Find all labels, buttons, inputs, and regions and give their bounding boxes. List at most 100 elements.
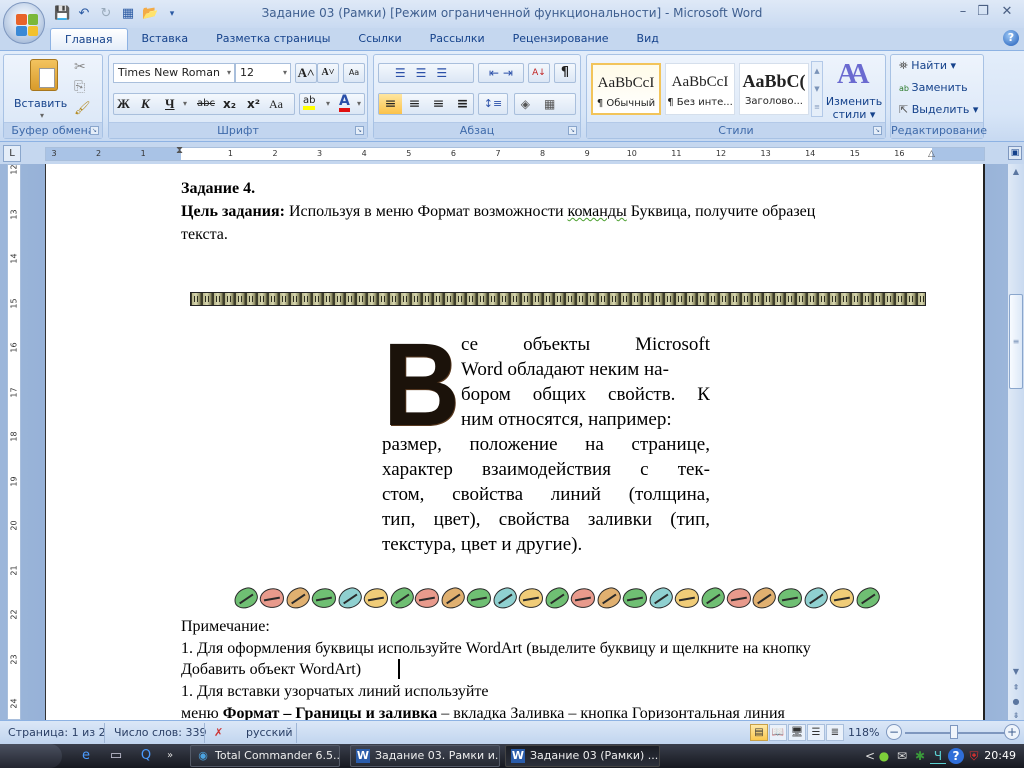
close-button[interactable]: ✕ (994, 2, 1020, 22)
dialog-launcher-icon[interactable]: ↘ (873, 126, 882, 135)
change-styles-button[interactable]: Изменить стили ▾ (825, 95, 883, 121)
copy-icon[interactable]: ⎘ (74, 79, 85, 95)
layout-icon[interactable]: ▦ (120, 6, 136, 22)
mail-icon[interactable]: ✉ (894, 748, 910, 764)
keyboard-layout-indicator[interactable]: Ч (930, 748, 946, 764)
align-right-button[interactable]: ≡ (427, 94, 450, 114)
help-tray-icon[interactable]: ? (948, 748, 964, 764)
full-screen-reading-view-icon[interactable]: 📖 (769, 724, 787, 741)
sort-button[interactable]: A↓ (528, 63, 550, 83)
highlight-button[interactable]: ab (303, 95, 316, 110)
word-count[interactable]: Число слов: 339 (114, 725, 207, 741)
subscript-button[interactable]: x₂ (223, 97, 236, 111)
security-shield-icon[interactable]: ⛨ (966, 748, 982, 764)
internet-explorer-icon[interactable]: e (78, 748, 94, 764)
numbering-button[interactable]: ☰ (416, 66, 437, 80)
antivirus-icon[interactable]: ✱ (912, 748, 928, 764)
task-total-commander[interactable]: ◉ Total Commander 6.5... (190, 745, 340, 767)
leaf-horizontal-line[interactable] (231, 584, 883, 612)
tab-mailings[interactable]: Рассылки (416, 28, 499, 50)
more-quick-launch-icon[interactable]: » (162, 748, 178, 764)
tab-view[interactable]: Вид (623, 28, 673, 50)
tab-references[interactable]: Ссылки (344, 28, 415, 50)
proofing-icon[interactable]: ✗ (214, 725, 223, 741)
font-name-combo[interactable]: Times New Roman ▾ (113, 63, 235, 83)
horizontal-ruler[interactable]: 3 2 1 1 2 3 4 5 6 7 8 9 10 11 12 13 14 15 16 ⧗ △ (45, 145, 985, 161)
shading-button[interactable]: ◈ (521, 97, 544, 111)
restore-button[interactable]: ❐ (970, 2, 996, 22)
show-marks-button[interactable]: ¶ (554, 63, 576, 83)
align-left-button[interactable]: ≡ (379, 94, 402, 114)
language[interactable]: русский (246, 725, 293, 741)
tab-page-layout[interactable]: Разметка страницы (202, 28, 344, 50)
scroll-up-icon[interactable]: ▲ (1008, 164, 1024, 180)
cut-icon[interactable]: ✂ (74, 59, 86, 75)
customize-qat-icon[interactable]: ▾ (164, 6, 180, 22)
find-button[interactable]: ⛯ Найти ▾ (899, 59, 956, 73)
greek-key-horizontal-line[interactable] (190, 292, 926, 306)
undo-icon[interactable]: ↶ (76, 6, 92, 22)
grow-font-button[interactable]: A˄ (295, 63, 317, 83)
office-button[interactable] (3, 2, 45, 44)
zoom-out-icon[interactable]: − (886, 724, 902, 740)
highlight-dropdown-icon[interactable]: ▾ (326, 99, 330, 108)
view-ruler-icon[interactable]: ▣ (1008, 146, 1022, 160)
strikethrough-button[interactable]: abc (197, 98, 215, 109)
center-button[interactable]: ≡ (403, 94, 426, 114)
help-icon[interactable]: ? (1003, 30, 1019, 46)
dialog-launcher-icon[interactable]: ↘ (90, 126, 99, 135)
scroll-down-icon[interactable]: ▼ (1008, 664, 1024, 680)
draft-view-icon[interactable]: ≣ (826, 724, 844, 741)
italic-button[interactable]: К (141, 96, 150, 112)
zoom-level[interactable]: 118% (848, 725, 879, 741)
increase-indent-button[interactable]: ⇥ (503, 66, 513, 80)
messenger-icon[interactable]: ● (876, 748, 892, 764)
print-layout-view-icon[interactable]: ▤ (750, 724, 768, 741)
outline-view-icon[interactable]: ☰ (807, 724, 825, 741)
styles-gallery-scroll[interactable]: ▲ ▼ ≡ (811, 61, 823, 117)
format-painter-icon[interactable]: 🖌 (74, 101, 91, 116)
open-folder-icon[interactable]: 📂 (142, 6, 158, 22)
justify-button[interactable]: ≡ (451, 94, 474, 114)
tab-review[interactable]: Рецензирование (499, 28, 623, 50)
right-indent-marker-icon[interactable]: △ (928, 149, 935, 159)
vertical-scrollbar[interactable]: ▲ ≡ ▼ ⇞ ● ⇟ (1008, 164, 1024, 720)
select-button[interactable]: ⇱ Выделить ▾ (899, 103, 978, 116)
zoom-slider-thumb[interactable] (950, 725, 958, 739)
replace-button[interactable]: ab Заменить (899, 81, 968, 94)
zoom-in-icon[interactable]: + (1004, 724, 1020, 740)
font-color-button[interactable]: A (339, 94, 350, 112)
bold-button[interactable]: Ж (117, 96, 130, 112)
shrink-font-button[interactable]: A˅ (317, 63, 339, 83)
clock[interactable]: 20:49 (984, 748, 1016, 764)
show-desktop-icon[interactable]: ▭ (108, 748, 124, 764)
task-word-doc-1[interactable]: W Задание 03. Рамки и... (350, 745, 500, 767)
font-size-combo[interactable]: 12 ▾ (235, 63, 291, 83)
line-spacing-button[interactable]: ↕≡ (478, 93, 508, 115)
style-normal[interactable]: AaBbCcI ¶ Обычный (591, 63, 661, 115)
page-count[interactable]: Страница: 1 из 2 (8, 725, 106, 741)
drop-cap-letter[interactable]: В (383, 326, 460, 444)
redo-icon[interactable]: ↻ (98, 6, 114, 22)
scrollbar-thumb[interactable]: ≡ (1009, 294, 1023, 389)
bullets-button[interactable]: ☰ (395, 66, 416, 80)
underline-button[interactable]: Ч (165, 96, 175, 112)
paste-icon[interactable] (30, 59, 58, 91)
clear-formatting-button[interactable]: Aa (343, 63, 365, 83)
borders-button[interactable]: ▦ (544, 97, 569, 111)
dialog-launcher-icon[interactable]: ↘ (355, 126, 364, 135)
tab-home[interactable]: Главная (50, 28, 128, 50)
tab-insert[interactable]: Вставка (128, 28, 203, 50)
save-icon[interactable]: 💾 (54, 6, 70, 22)
dialog-launcher-icon[interactable]: ↘ (568, 126, 577, 135)
indent-marker-icon[interactable]: ⧗ (176, 145, 183, 156)
underline-dropdown-icon[interactable]: ▾ (183, 99, 187, 108)
start-button[interactable] (0, 744, 62, 768)
vertical-ruler[interactable]: 12 13 14 15 16 17 18 19 20 21 22 23 24 (7, 164, 21, 720)
tab-selector-button[interactable]: L (3, 145, 21, 162)
multilevel-list-button[interactable]: ☰ (436, 66, 457, 80)
style-no-spacing[interactable]: AaBbCcI ¶ Без инте... (665, 63, 735, 115)
font-color-dropdown-icon[interactable]: ▾ (357, 99, 361, 108)
document-page[interactable]: Задание 4. Цель задания: Используя в мен… (45, 164, 985, 722)
task-word-doc-2[interactable]: W Задание 03 (Рамки) ... (505, 745, 660, 767)
